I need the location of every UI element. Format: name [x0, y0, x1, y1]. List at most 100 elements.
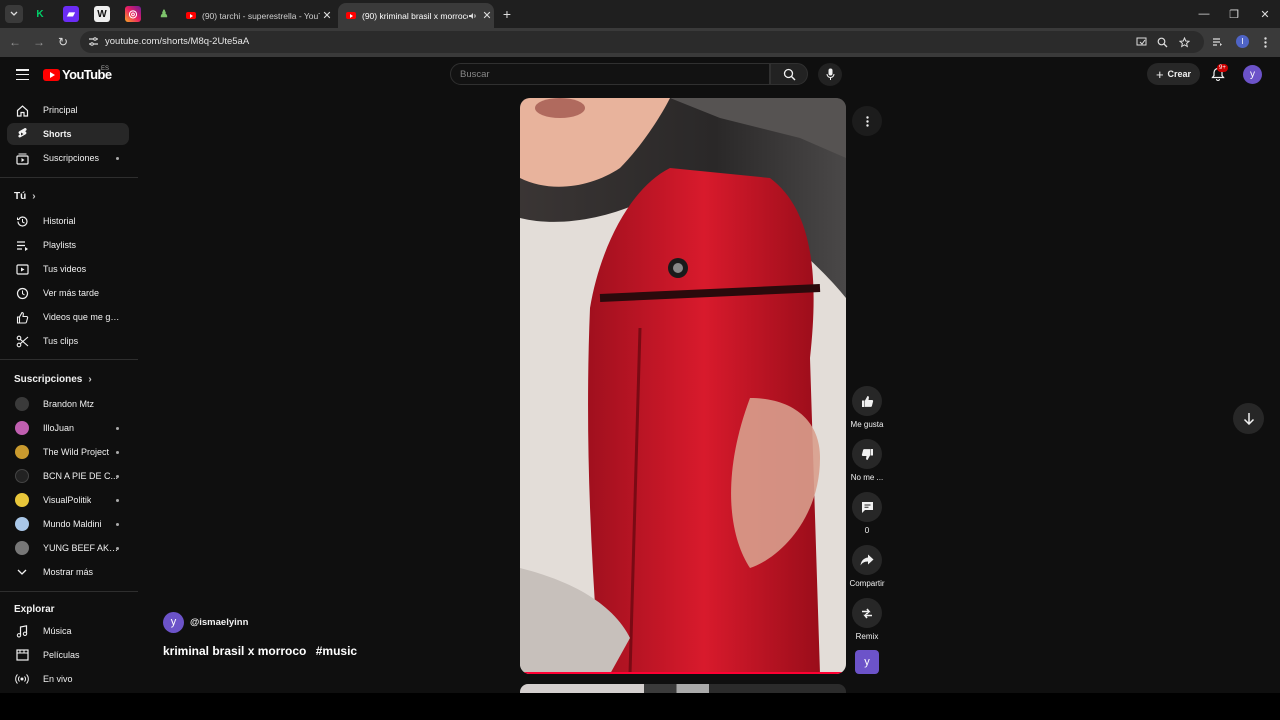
share-button[interactable]: Compartir [846, 545, 888, 588]
new-tab-button[interactable]: + [500, 6, 514, 22]
menu-icon[interactable] [16, 69, 29, 80]
new-content-dot [116, 547, 119, 550]
create-button[interactable]: + Crear [1147, 63, 1200, 85]
sidebar-channel-yung-beef[interactable]: YUNG BEEF AKA L... [7, 537, 129, 559]
sidebar-item-label: Suscripciones [43, 153, 100, 163]
reload-icon[interactable]: ↻ [56, 35, 70, 49]
search-button[interactable] [770, 63, 808, 85]
tab-search-button[interactable] [5, 5, 23, 23]
minimize-icon[interactable]: — [1194, 6, 1214, 22]
title-text: kriminal brasil x morroco [163, 644, 307, 658]
tab-close-icon[interactable]: ✕ [480, 9, 494, 22]
sidebar-item-musica[interactable]: Música [7, 620, 129, 642]
short-audio-avatar[interactable]: y [855, 650, 879, 674]
next-short-preview[interactable] [520, 684, 846, 693]
pinned-tab-wikipedia[interactable]: W [94, 6, 110, 22]
new-content-dot [116, 451, 119, 454]
remix-label: Remix [855, 632, 879, 641]
sidebar-item-principal[interactable]: Principal [7, 99, 129, 121]
media-control-icon[interactable] [1211, 36, 1223, 48]
sidebar-channel-the-wild-project[interactable]: The Wild Project [7, 441, 129, 463]
sidebar-channel-bcn-a-pie[interactable]: BCN A PIE DE C... [7, 465, 129, 487]
sidebar-item-liked-videos[interactable]: Videos que me gus... [7, 306, 129, 328]
close-window-icon[interactable]: ✕ [1255, 6, 1275, 22]
short-channel[interactable]: y @ismaelyinn [163, 612, 248, 633]
history-icon [15, 214, 29, 228]
sidebar-item-label: Historial [43, 216, 76, 226]
video-progress-bar[interactable] [520, 672, 846, 674]
sidebar-divider [0, 359, 138, 360]
sidebar-show-more[interactable]: Mostrar más [7, 561, 129, 583]
chevron-down-icon [15, 565, 29, 579]
sidebar-channel-illojuan[interactable]: IlloJuan [7, 417, 129, 439]
sidebar-item-tus-clips[interactable]: Tus clips [7, 330, 129, 352]
dislike-label: No me ... [850, 473, 884, 482]
more-options-button[interactable] [852, 106, 882, 136]
home-icon [15, 103, 29, 117]
youtube-favicon-icon [186, 12, 196, 19]
sidebar-item-en-vivo[interactable]: En vivo [7, 668, 129, 690]
sidebar-you-heading[interactable]: Tú › [14, 191, 36, 202]
tab-close-icon[interactable]: ✕ [320, 9, 334, 22]
url-text: youtube.com/shorts/M8q-2Ute5aA [105, 36, 250, 47]
pinned-tab-instagram[interactable]: ◎ [125, 6, 141, 22]
account-avatar[interactable]: y [1243, 65, 1262, 84]
sidebar-item-peliculas[interactable]: Películas [7, 644, 129, 666]
bookmark-star-icon[interactable] [1178, 36, 1190, 48]
tab-title: (90) tarchi - superestrella - YouTube [202, 10, 320, 21]
sidebar-item-label: The Wild Project [43, 447, 110, 457]
sidebar-subscriptions-heading[interactable]: Suscripciones › [14, 374, 92, 385]
next-short-button[interactable] [1233, 403, 1264, 434]
pinned-tab-twitch[interactable]: ▰ [63, 6, 79, 22]
share-label: Compartir [849, 579, 885, 588]
restore-icon[interactable]: ❐ [1224, 6, 1244, 22]
sidebar-item-ver-mas-tarde[interactable]: Ver más tarde [7, 282, 129, 304]
hashtag-link[interactable]: #music [316, 644, 357, 658]
sidebar-item-historial[interactable]: Historial [7, 210, 129, 232]
new-content-dot [116, 427, 119, 430]
sidebar-item-label: Playlists [43, 240, 77, 250]
sidebar-explore-heading: Explorar [14, 604, 55, 615]
new-content-dot [116, 157, 119, 160]
pinned-tab-k[interactable]: K [32, 6, 48, 22]
sidebar-item-label: Ver más tarde [43, 288, 100, 298]
back-icon[interactable]: ← [8, 35, 22, 49]
sidebar-item-suscripciones[interactable]: Suscripciones [7, 147, 129, 169]
thumbs-down-icon [861, 448, 873, 460]
sidebar-channel-brandon-mtz[interactable]: Brandon Mtz [7, 393, 129, 415]
pinned-tab-chess[interactable]: ♟ [156, 6, 172, 22]
voice-search-button[interactable] [818, 63, 842, 86]
tab-kriminal[interactable]: (90) kriminal brasil x morroco ✕ [338, 3, 494, 28]
playlists-icon [15, 238, 29, 252]
sidebar-item-shorts[interactable]: Shorts [7, 123, 129, 145]
like-label: Me gusta [850, 420, 884, 429]
comments-button[interactable]: 0 [846, 492, 888, 535]
forward-icon[interactable]: → [32, 35, 46, 49]
address-bar[interactable]: youtube.com/shorts/M8q-2Ute5aA [80, 31, 1204, 53]
sidebar-item-label: Shorts [43, 129, 72, 139]
sidebar-item-playlists[interactable]: Playlists [7, 234, 129, 256]
sidebar-channel-visualpolitik[interactable]: VisualPolitik [7, 489, 129, 511]
chevron-right-icon: › [88, 374, 92, 385]
sidebar-divider [0, 591, 138, 592]
watch-later-icon [15, 286, 29, 300]
channel-avatar [15, 445, 29, 459]
audio-playing-icon[interactable] [468, 12, 480, 20]
thumbs-up-icon [861, 395, 873, 407]
cast-icon[interactable] [1135, 36, 1147, 48]
browser-menu-icon[interactable] [1259, 36, 1271, 48]
search-input[interactable]: Buscar [450, 63, 770, 85]
notification-badge: 9+ [1217, 64, 1228, 72]
tab-tarchi[interactable]: (90) tarchi - superestrella - YouTube ✕ [178, 3, 334, 28]
site-info-icon[interactable] [88, 36, 99, 47]
youtube-favicon-icon [346, 12, 356, 19]
dislike-button[interactable]: No me ... [846, 439, 888, 482]
chevron-right-icon: › [32, 191, 36, 202]
sidebar-item-tus-videos[interactable]: Tus videos [7, 258, 129, 280]
like-button[interactable]: Me gusta [846, 386, 888, 429]
shorts-video-player[interactable] [520, 98, 846, 674]
zoom-icon[interactable] [1156, 36, 1168, 48]
browser-profile-avatar[interactable]: I [1236, 35, 1249, 48]
remix-button[interactable]: Remix [846, 598, 888, 641]
sidebar-channel-mundo-maldini[interactable]: Mundo Maldini [7, 513, 129, 535]
